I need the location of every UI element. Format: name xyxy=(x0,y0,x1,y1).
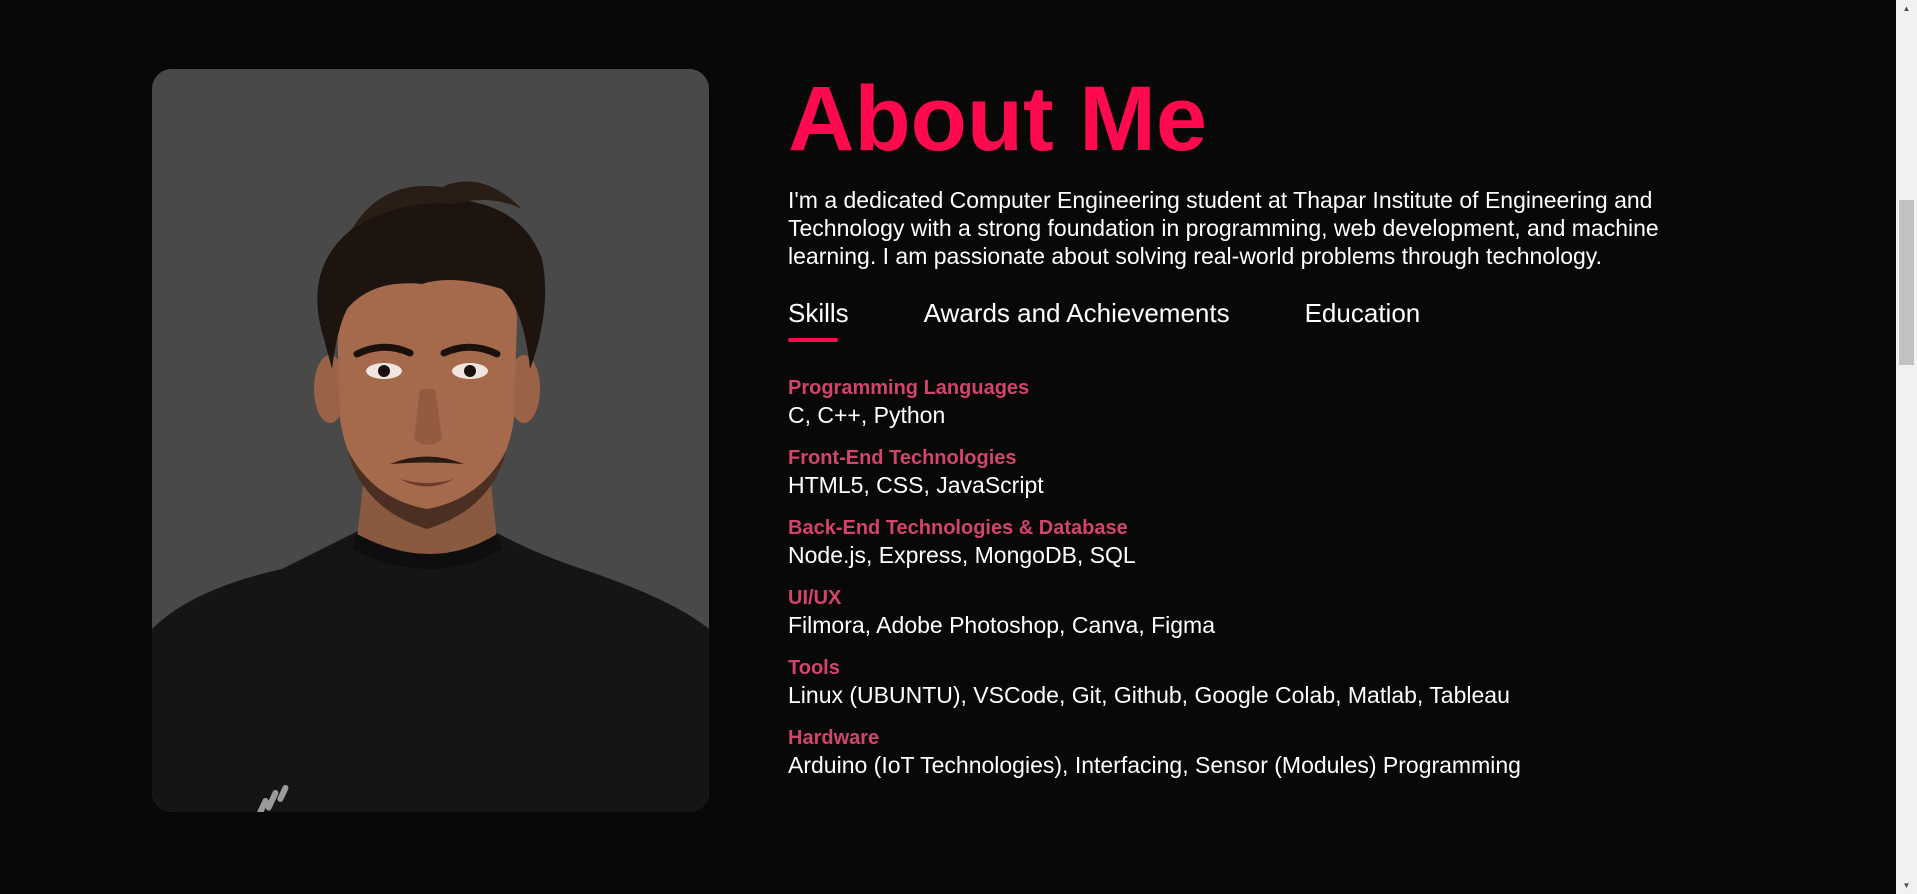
skill-title: Front-End Technologies xyxy=(788,447,1017,469)
profile-photo xyxy=(152,69,709,812)
about-section: About Me I'm a dedicated Computer Engine… xyxy=(0,0,1917,894)
skill-title: UI/UX xyxy=(788,587,842,609)
about-content: About Me I'm a dedicated Computer Engine… xyxy=(788,62,1728,796)
skill-items: Linux (UBUNTU), VSCode, Git, Github, Goo… xyxy=(788,682,1510,708)
skill-programming-languages: Programming Languages C, C++, Python xyxy=(788,376,1728,430)
skill-tools: Tools Linux (UBUNTU), VSCode, Git, Githu… xyxy=(788,656,1728,710)
skill-title: Tools xyxy=(788,657,840,679)
skills-list: Programming Languages C, C++, Python Fro… xyxy=(788,376,1728,780)
skill-items: Node.js, Express, MongoDB, SQL xyxy=(788,542,1136,568)
skill-items: HTML5, CSS, JavaScript xyxy=(788,472,1044,498)
skill-ui-ux: UI/UX Filmora, Adobe Photoshop, Canva, F… xyxy=(788,586,1728,640)
tab-skills[interactable]: Skills xyxy=(788,298,849,350)
skill-front-end: Front-End Technologies HTML5, CSS, JavaS… xyxy=(788,446,1728,500)
triangle-down-icon[interactable]: ▼ xyxy=(1896,877,1917,894)
tab-education[interactable]: Education xyxy=(1305,298,1421,350)
intro-text: I'm a dedicated Computer Engineering stu… xyxy=(788,187,1659,269)
skill-items: C, C++, Python xyxy=(788,402,946,428)
skill-items: Filmora, Adobe Photoshop, Canva, Figma xyxy=(788,612,1216,638)
portrait-illustration xyxy=(152,69,709,812)
vertical-scrollbar[interactable]: ▲ ▼ xyxy=(1896,0,1917,894)
skill-title: Back-End Technologies & Database xyxy=(788,517,1128,539)
skill-hardware: Hardware Arduino (IoT Technologies), Int… xyxy=(788,726,1728,780)
skill-items: Arduino (IoT Technologies), Interfacing,… xyxy=(788,752,1521,778)
tab-bar: Skills Awards and Achievements Education xyxy=(788,298,1728,350)
skill-title: Hardware xyxy=(788,727,880,749)
page-title: About Me xyxy=(788,68,1208,170)
skill-title: Programming Languages xyxy=(788,377,1030,399)
skill-back-end: Back-End Technologies & Database Node.js… xyxy=(788,516,1728,570)
tab-awards-and-achievements[interactable]: Awards and Achievements xyxy=(924,298,1230,350)
scrollbar-thumb[interactable] xyxy=(1899,200,1914,365)
triangle-up-icon[interactable]: ▲ xyxy=(1896,0,1917,17)
